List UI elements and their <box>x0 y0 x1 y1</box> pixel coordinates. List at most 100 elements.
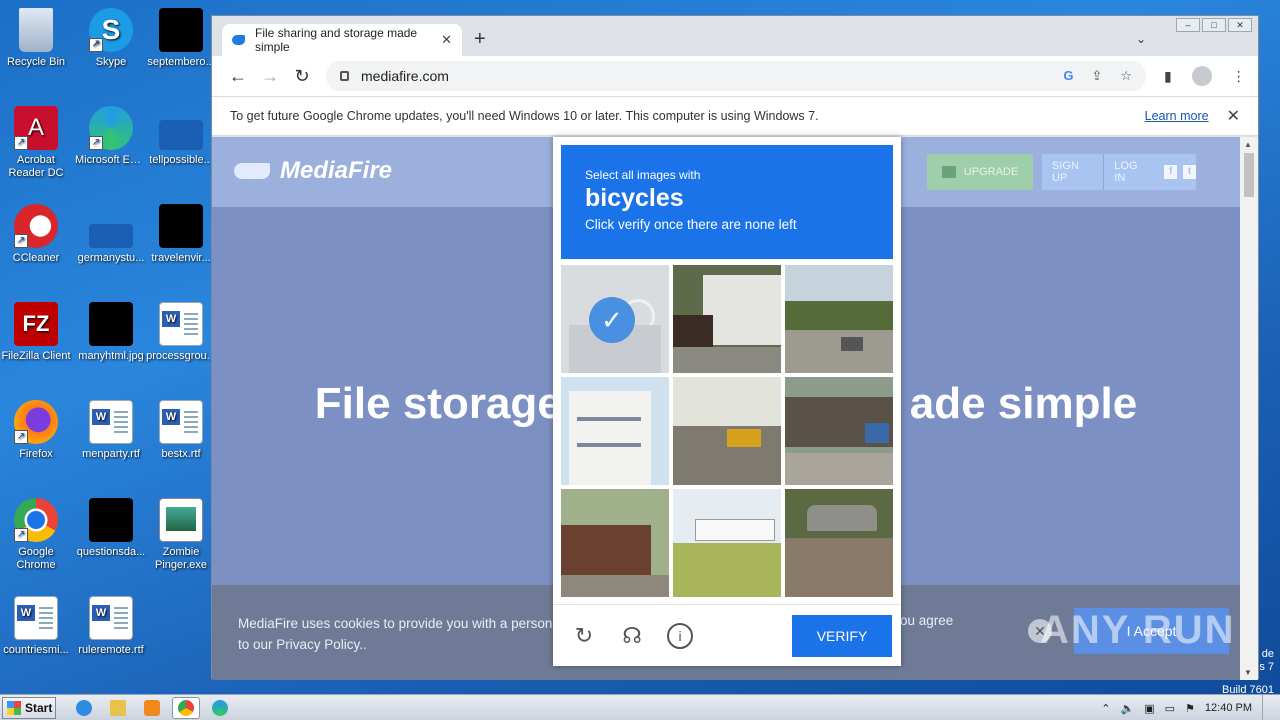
scroll-up-icon[interactable]: ▲ <box>1244 140 1252 149</box>
taskbar-ie[interactable] <box>70 697 98 719</box>
acrobat-icon: A ↗ <box>14 106 58 150</box>
desktop-icon-skype[interactable]: S ↗ Skype <box>75 8 147 69</box>
refresh-icon[interactable]: ↻ <box>571 623 597 649</box>
share-icon[interactable]: ⇪ <box>1091 68 1102 84</box>
upgrade-icon <box>941 166 956 178</box>
side-panel-icon[interactable]: ▮ <box>1164 68 1172 85</box>
file-icon <box>89 498 133 542</box>
action-center-flag-icon[interactable]: ⚑ <box>1185 702 1195 715</box>
desktop-icon-acrobat[interactable]: A ↗ Acrobat Reader DC <box>0 106 72 180</box>
captcha-tile[interactable]: ✓ <box>561 265 669 373</box>
scrollbar-thumb[interactable] <box>1244 153 1254 197</box>
show-desktop-button[interactable] <box>1262 695 1272 720</box>
system-tray: ⌃ 🔈 ▣ ▭ ⚑ 12:40 PM <box>1101 695 1280 720</box>
close-window-button[interactable]: ✕ <box>1228 18 1252 32</box>
log-in-button[interactable]: LOG IN <box>1104 160 1158 184</box>
captcha-tile[interactable] <box>785 489 893 597</box>
desktop-icon-questionsda[interactable]: questionsda... <box>75 498 147 559</box>
taskbar-chrome[interactable] <box>172 696 200 719</box>
learn-more-link[interactable]: Learn more <box>1145 109 1209 123</box>
tray-expand-icon[interactable]: ⌃ <box>1101 702 1110 715</box>
infobar-message: To get future Google Chrome updates, you… <box>230 109 819 123</box>
tab-close-icon[interactable]: ✕ <box>441 32 452 48</box>
edge-icon <box>212 699 228 716</box>
desktop-icon-travelenvir[interactable]: travelenvir... <box>145 204 217 265</box>
captcha-footer: ↻ ☊ i VERIFY <box>553 604 901 666</box>
lock-icon <box>340 71 349 81</box>
network-icon[interactable]: ▣ <box>1144 702 1154 715</box>
start-button[interactable]: Start <box>2 696 56 719</box>
cookie-message: MediaFire uses cookies to provide you wi… <box>238 616 563 652</box>
desktop-icon-recycle-bin[interactable]: Recycle Bin <box>0 8 72 69</box>
audio-headphones-icon[interactable]: ☊ <box>619 623 645 649</box>
infobar-close-icon[interactable]: ✕ <box>1227 106 1240 126</box>
address-bar[interactable]: mediafire.com G ⇪ ☆ <box>326 61 1146 91</box>
captcha-tile[interactable] <box>785 265 893 373</box>
desktop-icon-chrome[interactable]: ↗ Google Chrome <box>0 498 72 572</box>
captcha-tile[interactable] <box>673 489 781 597</box>
tab-search-chevron-icon[interactable]: ⌄ <box>1136 32 1146 46</box>
desktop-icon-ruleremote[interactable]: W ruleremote.rtf <box>75 596 147 657</box>
google-lens-icon[interactable]: G <box>1063 68 1073 84</box>
captcha-tile[interactable] <box>673 265 781 373</box>
captcha-challenge: Select all images with bicycles Click ve… <box>553 137 901 666</box>
scroll-down-icon[interactable]: ▼ <box>1244 668 1252 677</box>
media-player-icon <box>144 699 160 716</box>
info-icon[interactable]: i <box>667 623 693 649</box>
verify-button[interactable]: VERIFY <box>792 615 892 657</box>
url-text: mediafire.com <box>361 68 449 84</box>
maximize-button[interactable]: □ <box>1202 18 1226 32</box>
captcha-tile[interactable] <box>561 377 669 485</box>
mediafire-logo[interactable]: MediaFire <box>234 157 392 185</box>
chrome-icon <box>178 699 194 716</box>
captcha-tile[interactable] <box>673 377 781 485</box>
desktop-icon-tellpossible[interactable]: tellpossible... <box>145 106 217 167</box>
word-document-icon: W <box>89 596 133 640</box>
desktop-icon-bestx[interactable]: W bestx.rtf <box>145 400 217 461</box>
folder-icon <box>110 699 126 716</box>
menu-kebab-icon[interactable]: ⋮ <box>1232 68 1246 85</box>
taskbar-explorer[interactable] <box>104 697 132 719</box>
desktop-icon-countriesmi[interactable]: W countriesmi... <box>0 596 72 657</box>
anyrun-watermark: ANY RUN <box>1040 608 1236 652</box>
desktop-icon-ccleaner[interactable]: ↗ CCleaner <box>0 204 72 265</box>
desktop-icon-manyhtml[interactable]: manyhtml.jpg <box>75 302 147 363</box>
bookmark-star-icon[interactable]: ☆ <box>1120 68 1132 84</box>
twitter-icon[interactable]: t <box>1183 165 1196 179</box>
desktop-icon-edge[interactable]: ↗ Microsoft Edge <box>75 106 147 167</box>
back-button[interactable]: ← <box>222 66 254 87</box>
clock[interactable]: 12:40 PM <box>1205 702 1252 714</box>
upgrade-button[interactable]: UPGRADE <box>927 154 1033 190</box>
new-tab-button[interactable]: + <box>474 28 486 51</box>
desktop-icon-filezilla[interactable]: FZ FileZilla Client <box>0 302 72 363</box>
volume-icon[interactable]: 🔈 <box>1121 702 1135 715</box>
chrome-icon: ↗ <box>14 498 58 542</box>
word-document-icon: W <box>89 400 133 444</box>
battery-icon[interactable]: ▭ <box>1165 702 1175 715</box>
minimize-button[interactable]: – <box>1176 18 1200 32</box>
word-document-icon: W <box>159 400 203 444</box>
mediafire-favicon-icon <box>232 35 246 45</box>
internet-explorer-icon <box>76 699 92 716</box>
window-controls: – □ ✕ <box>1176 18 1252 32</box>
windows-logo-icon <box>7 700 21 715</box>
desktop-icon-menparty[interactable]: W menparty.rtf <box>75 400 147 461</box>
desktop-icon-zombie-pinger[interactable]: Zombie Pinger.exe <box>145 498 217 572</box>
desktop-icon-processgrou[interactable]: W processgrou... <box>145 302 217 363</box>
forward-button[interactable]: → <box>254 66 286 87</box>
profile-avatar-icon[interactable] <box>1191 66 1212 86</box>
desktop-icon-septembero[interactable]: septembero... <box>145 8 217 69</box>
firefox-icon: ↗ <box>14 400 58 444</box>
edge-icon: ↗ <box>89 106 133 150</box>
captcha-tile[interactable] <box>561 489 669 597</box>
sign-up-button[interactable]: SIGN UP <box>1042 160 1103 184</box>
desktop-icon-firefox[interactable]: ↗ Firefox <box>0 400 72 461</box>
tab-mediafire[interactable]: File sharing and storage made simple ✕ <box>222 24 462 56</box>
page-scrollbar[interactable]: ▲ ▼ <box>1240 137 1258 680</box>
reload-button[interactable]: ↻ <box>286 66 318 87</box>
taskbar-edge[interactable] <box>206 697 234 719</box>
captcha-tile[interactable] <box>785 377 893 485</box>
taskbar-media-player[interactable] <box>138 697 166 719</box>
facebook-icon[interactable]: f <box>1164 165 1178 179</box>
desktop-icon-germanystu[interactable]: germanystu... <box>75 204 147 265</box>
